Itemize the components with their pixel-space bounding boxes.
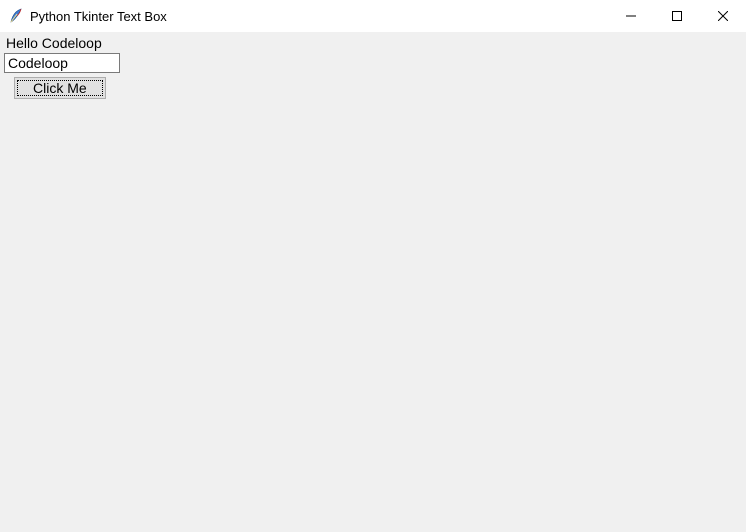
minimize-button[interactable] xyxy=(608,0,654,32)
close-button[interactable] xyxy=(700,0,746,32)
text-entry[interactable] xyxy=(4,53,120,73)
tk-feather-icon xyxy=(8,8,24,24)
titlebar: Python Tkinter Text Box xyxy=(0,0,746,32)
maximize-icon xyxy=(672,11,682,21)
close-icon xyxy=(718,11,728,21)
greeting-label: Hello Codeloop xyxy=(4,35,104,53)
client-area: Hello Codeloop Click Me xyxy=(0,32,746,532)
window-controls xyxy=(608,0,746,32)
maximize-button[interactable] xyxy=(654,0,700,32)
window-title: Python Tkinter Text Box xyxy=(30,9,167,24)
button-row: Click Me xyxy=(4,77,106,99)
application-window: Python Tkinter Text Box Hello Codel xyxy=(0,0,746,532)
click-me-button[interactable]: Click Me xyxy=(14,77,106,99)
minimize-icon xyxy=(626,11,636,21)
